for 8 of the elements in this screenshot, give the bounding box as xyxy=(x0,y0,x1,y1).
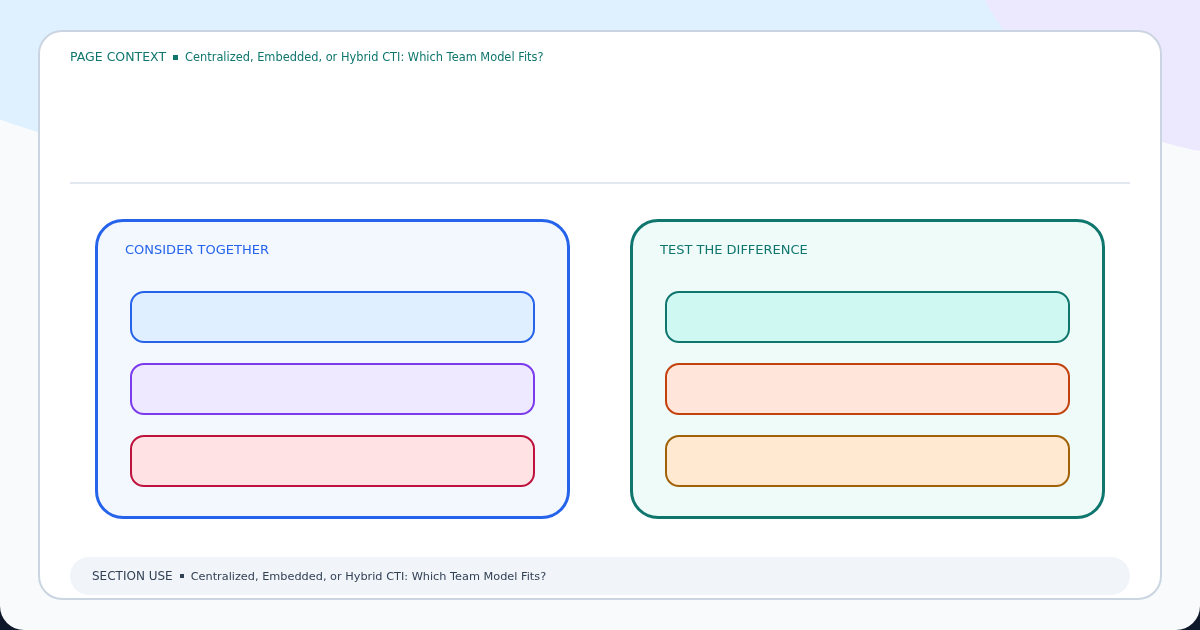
bullet-icon xyxy=(179,574,184,578)
context-label: PAGE CONTEXT xyxy=(70,49,167,65)
panel-title: CONSIDER TOGETHER xyxy=(125,242,269,258)
page-title: Centralized, Embedded, or Hybrid CTI: Which Team Model Fits? xyxy=(185,49,544,65)
panel-title: TEST THE DIFFERENCE xyxy=(660,242,808,258)
section-title: Centralized, Embedded, or Hybrid CTI: Which Team Model Fits? xyxy=(190,569,547,583)
section-label: SECTION USE xyxy=(92,569,173,583)
bullet-icon xyxy=(173,54,179,60)
